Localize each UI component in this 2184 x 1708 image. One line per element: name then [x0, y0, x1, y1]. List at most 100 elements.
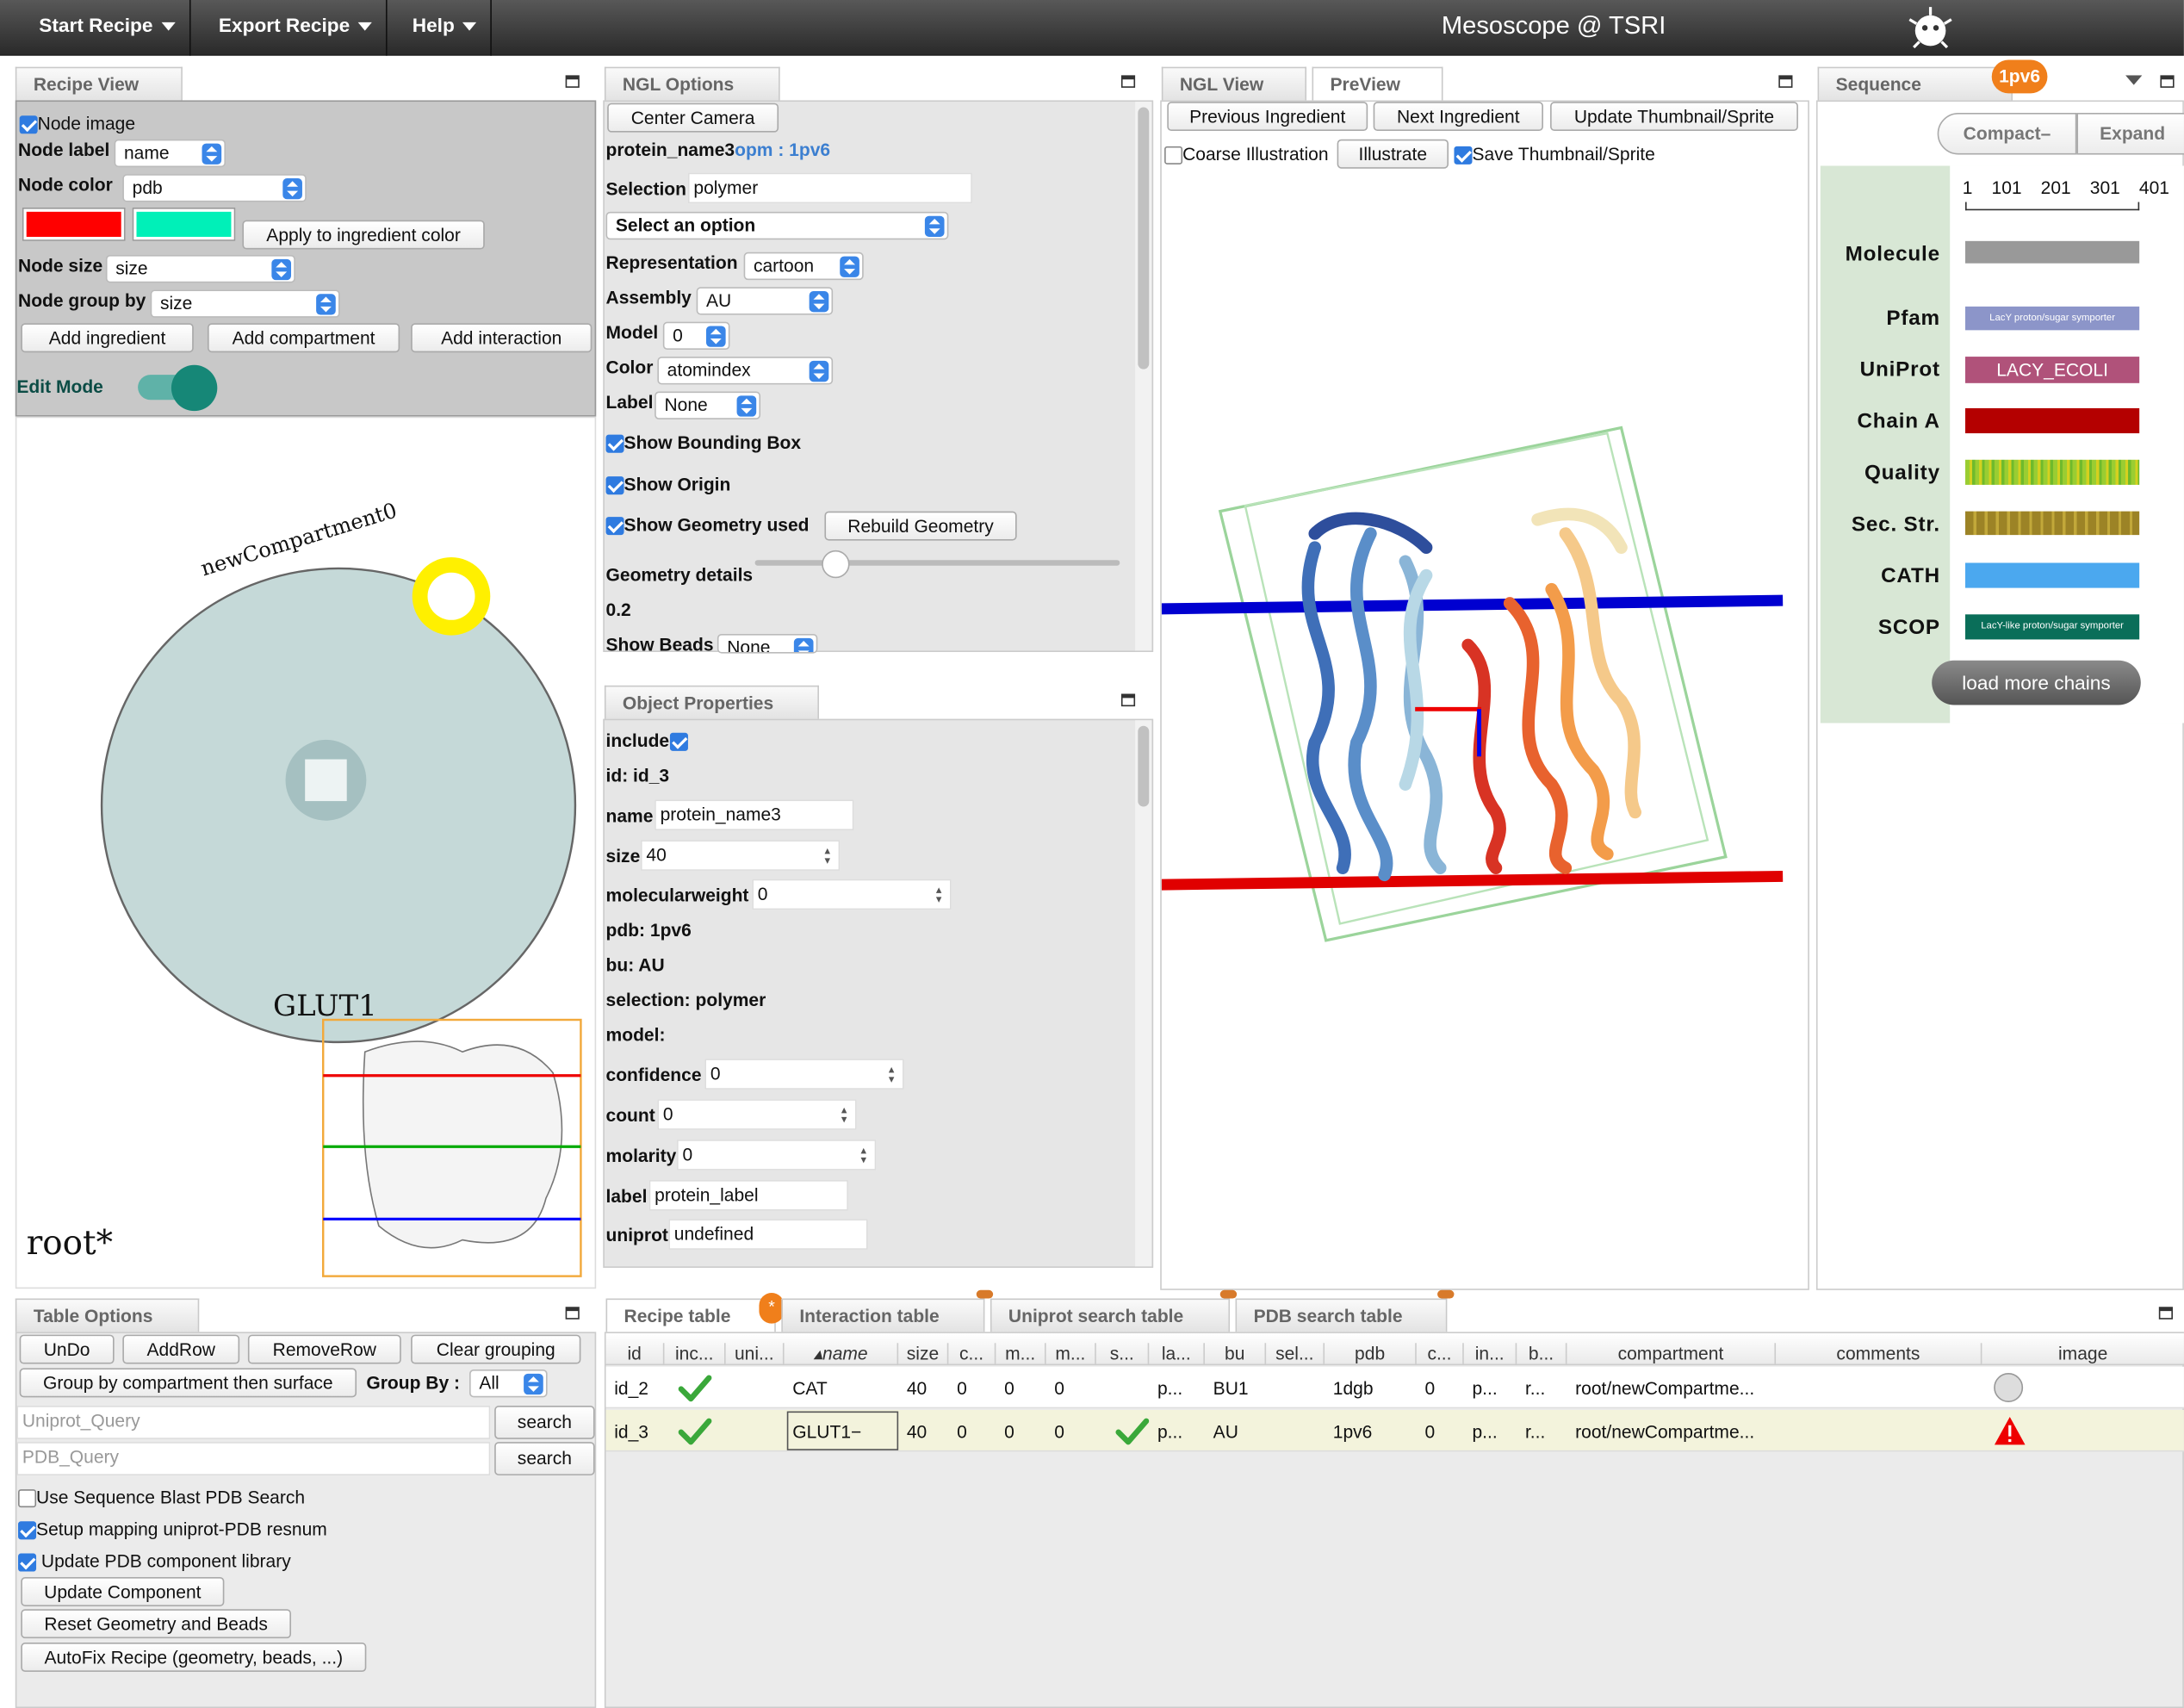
table-cell[interactable]: 0: [1417, 1421, 1464, 1442]
column-header-12[interactable]: pdb: [1325, 1343, 1417, 1364]
uniprot-search-button[interactable]: search: [494, 1406, 595, 1439]
compact-button[interactable]: Compact–: [1937, 113, 2077, 155]
add-row-button[interactable]: AddRow: [122, 1334, 240, 1364]
start-recipe-menu[interactable]: Start Recipe: [25, 0, 191, 56]
next-ingredient-button[interactable]: Next Ingredient: [1373, 102, 1543, 132]
update-thumbnail-button[interactable]: Update Thumbnail/Sprite: [1550, 102, 1798, 132]
edit-mode-toggle-knob[interactable]: [171, 364, 218, 412]
node-size-select[interactable]: size: [105, 255, 295, 283]
pfam-track[interactable]: LacY proton/sugar symporter: [1965, 306, 2140, 331]
table-cell[interactable]: p...: [1149, 1421, 1205, 1442]
maximize-icon[interactable]: [565, 1307, 580, 1320]
table-cell[interactable]: 0: [1046, 1421, 1096, 1442]
tab-object-properties[interactable]: Object Properties: [604, 685, 819, 719]
label-select[interactable]: None: [655, 391, 761, 419]
node-image-checkbox[interactable]: [19, 115, 38, 134]
select-option-dropdown[interactable]: Select an option: [605, 211, 949, 240]
table-cell[interactable]: 40: [898, 1378, 948, 1399]
tab-interaction-table[interactable]: Interaction table: [781, 1298, 985, 1332]
maximize-icon[interactable]: [1120, 75, 1136, 88]
column-header-7[interactable]: m...: [1046, 1343, 1096, 1364]
assembly-select[interactable]: AU: [696, 287, 834, 315]
group-by-compartment-button[interactable]: Group by compartment then surface: [19, 1368, 357, 1398]
table-cell[interactable]: 0: [996, 1421, 1045, 1442]
show-geometry-checkbox[interactable]: [605, 517, 624, 536]
geometry-slider[interactable]: [754, 560, 1120, 566]
column-header-16[interactable]: compartment: [1567, 1343, 1777, 1364]
column-header-0[interactable]: id: [606, 1343, 665, 1364]
dropdown-arrow-icon[interactable]: [2125, 75, 2143, 86]
table-cell[interactable]: r...: [1517, 1378, 1567, 1399]
add-ingredient-button[interactable]: Add ingredient: [21, 323, 194, 353]
column-header-6[interactable]: m...: [996, 1343, 1046, 1364]
show-beads-select[interactable]: None: [717, 633, 818, 654]
column-header-11[interactable]: sel...: [1266, 1343, 1325, 1364]
maximize-icon[interactable]: [2160, 75, 2175, 88]
selected-cell[interactable]: [786, 1411, 899, 1450]
tab-ngl-options[interactable]: NGL Options: [604, 66, 780, 101]
table-cell[interactable]: p...: [1149, 1378, 1205, 1399]
tab-table-options[interactable]: Table Options: [15, 1298, 200, 1332]
remove-row-button[interactable]: RemoveRow: [247, 1334, 401, 1364]
column-header-5[interactable]: c...: [948, 1343, 996, 1364]
apply-ingredient-color-button[interactable]: Apply to ingredient color: [242, 220, 485, 250]
column-header-1[interactable]: inc...: [664, 1343, 726, 1364]
color-swatch-2[interactable]: [132, 208, 236, 241]
surface-check-icon[interactable]: [1115, 1417, 1150, 1448]
export-recipe-menu[interactable]: Export Recipe: [205, 0, 388, 56]
table-cell[interactable]: 0: [948, 1378, 996, 1399]
column-header-14[interactable]: in...: [1464, 1343, 1517, 1364]
geometry-slider-handle[interactable]: [822, 550, 850, 579]
coarse-illustration-checkbox[interactable]: [1164, 146, 1183, 165]
uniprot-track[interactable]: LACY_ECOLI: [1965, 357, 2140, 383]
update-library-checkbox[interactable]: [18, 1553, 37, 1572]
model-select[interactable]: 0: [662, 321, 730, 350]
representation-select[interactable]: cartoon: [743, 252, 864, 281]
color-swatch-1[interactable]: [22, 208, 126, 241]
maximize-icon[interactable]: [1120, 693, 1136, 707]
molecular-weight-input[interactable]: 0 ▴ ▾: [752, 879, 952, 910]
tab-sequence-features[interactable]: Sequence features: [1817, 66, 2013, 128]
tab-uniprot-search-table[interactable]: Uniprot search table: [990, 1298, 1231, 1332]
tab-recipe-table[interactable]: Recipe table: [605, 1298, 776, 1332]
ingredient-thumbnail-icon[interactable]: [1993, 1372, 2024, 1403]
count-input[interactable]: 0 ▴ ▾: [657, 1099, 857, 1130]
rebuild-geometry-button[interactable]: Rebuild Geometry: [824, 511, 1017, 541]
mapping-checkbox[interactable]: [18, 1521, 37, 1540]
include-check-icon[interactable]: [678, 1374, 712, 1405]
tab-ngl-view[interactable]: NGL View: [1161, 66, 1307, 101]
pdb-search-button[interactable]: search: [494, 1442, 595, 1475]
table-cell[interactable]: CAT: [785, 1378, 899, 1399]
save-thumbnail-checkbox[interactable]: [1454, 146, 1473, 165]
scrollbar[interactable]: [1135, 720, 1152, 1267]
help-menu[interactable]: Help: [399, 0, 493, 56]
table-cell[interactable]: r...: [1517, 1421, 1567, 1442]
table-cell[interactable]: 0: [1417, 1378, 1464, 1399]
table-cell[interactable]: root/newCompartme...: [1567, 1378, 1776, 1399]
quality-track[interactable]: [1965, 459, 2140, 485]
center-camera-button[interactable]: Center Camera: [607, 102, 779, 133]
pdb-query-input[interactable]: PDB_Query: [16, 1442, 491, 1475]
color-select[interactable]: atomindex: [657, 357, 834, 385]
molecule-viewer[interactable]: [1161, 422, 1811, 979]
maximize-icon[interactable]: [2158, 1307, 2173, 1320]
column-header-8[interactable]: s...: [1096, 1343, 1150, 1364]
expand-button[interactable]: Expand: [2076, 113, 2184, 155]
name-input[interactable]: protein_name3: [655, 799, 854, 831]
undo-button[interactable]: UnDo: [19, 1334, 115, 1364]
uniprot-query-input[interactable]: Uniprot_Query: [16, 1406, 491, 1439]
reset-geometry-button[interactable]: Reset Geometry and Beads: [21, 1609, 292, 1639]
scrollbar[interactable]: [1135, 102, 1152, 651]
illustrate-button[interactable]: Illustrate: [1337, 139, 1449, 169]
column-header-15[interactable]: b...: [1517, 1343, 1567, 1364]
uniprot-input[interactable]: undefined: [668, 1219, 868, 1250]
table-cell[interactable]: 0: [948, 1421, 996, 1442]
table-cell[interactable]: p...: [1464, 1378, 1517, 1399]
blast-search-checkbox[interactable]: [18, 1489, 37, 1508]
group-by-select[interactable]: All: [469, 1370, 548, 1398]
load-more-chains-button[interactable]: load more chains: [1932, 660, 2141, 705]
confidence-input[interactable]: 0 ▴ ▾: [704, 1059, 904, 1090]
node-color-select[interactable]: pdb: [122, 174, 307, 202]
table-cell[interactable]: 0: [996, 1378, 1045, 1399]
include-check-icon[interactable]: [678, 1417, 712, 1448]
